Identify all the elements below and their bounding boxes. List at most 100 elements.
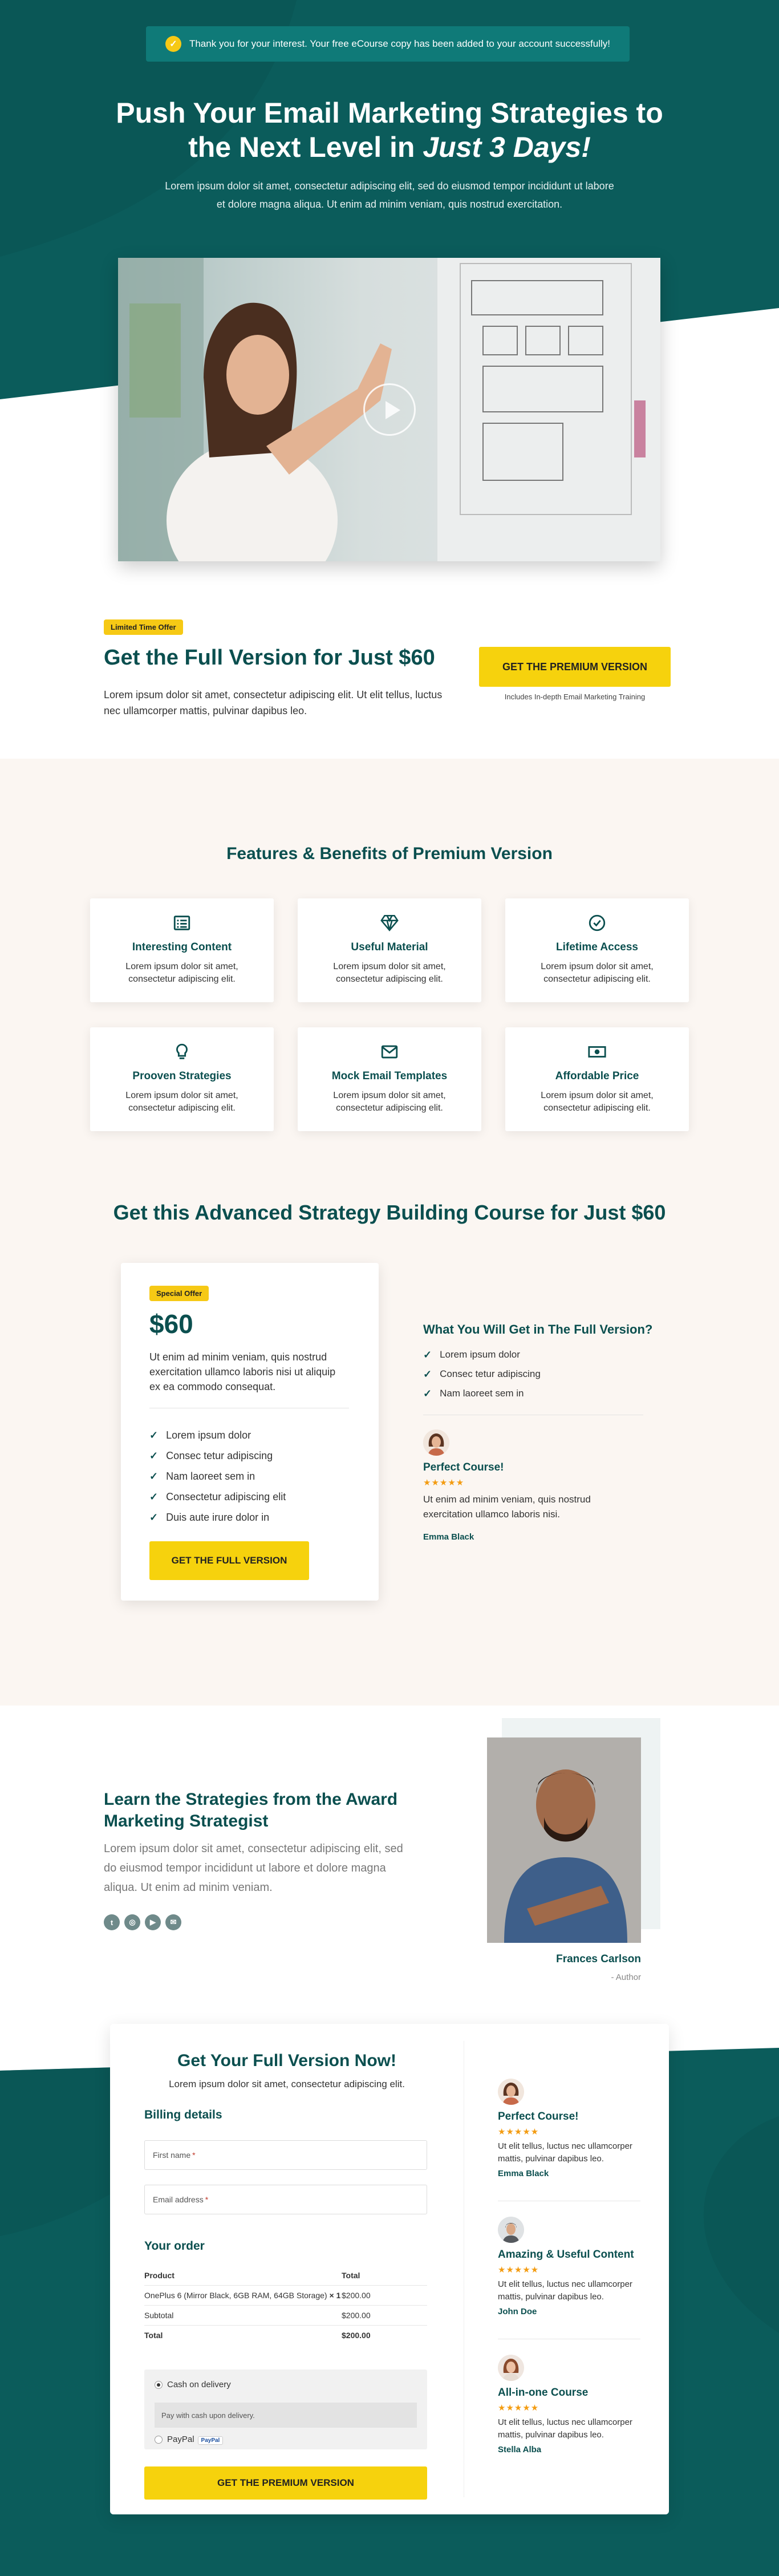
notice-text: Thank you for your interest. Your free e…	[189, 38, 611, 49]
table-row: Subtotal $200.00	[144, 2305, 427, 2326]
required-marker: *	[192, 2150, 196, 2160]
check-icon: ✓	[423, 1368, 432, 1380]
payment-option-cod[interactable]: Cash on delivery	[155, 2380, 231, 2389]
feature-title: Interesting Content	[132, 941, 232, 953]
testimonial-author: Emma Black	[498, 2169, 549, 2178]
money-bill-icon	[588, 1046, 606, 1058]
limited-offer-badge: Limited Time Offer	[104, 619, 183, 635]
star-rating: ★★★★★	[498, 2265, 539, 2275]
checkout-card: Get Your Full Version Now! Lorem ipsum d…	[110, 2024, 669, 2514]
checkout-title: Get Your Full Version Now!	[177, 2051, 396, 2070]
table-cell: Subtotal	[144, 2305, 342, 2326]
youtube-icon[interactable]: ▶	[145, 1914, 161, 1930]
price-description: Ut enim ad minim veniam, quis nostrud ex…	[149, 1351, 336, 1392]
avatar	[498, 2355, 524, 2381]
testimonial-author: Stella Alba	[498, 2445, 542, 2455]
check-icon: ✓	[423, 1387, 432, 1399]
video-player[interactable]	[118, 258, 660, 561]
check-circle-icon: ✓	[165, 36, 181, 52]
feature-description: Lorem ipsum dolor sit amet, consectetur …	[125, 962, 238, 984]
special-offer-badge: Special Offer	[149, 1286, 209, 1301]
avatar	[498, 2217, 524, 2243]
feature-description: Lorem ipsum dolor sit amet, consectetur …	[125, 1091, 238, 1113]
table-header-row: Product Total	[144, 2266, 427, 2286]
premium-version-button[interactable]: Get the Premium Version	[479, 647, 671, 687]
full-version-button[interactable]: Get the Full Version	[149, 1541, 309, 1580]
testimonial-title: Amazing & Useful Content	[498, 2249, 634, 2261]
feature-description: Lorem ipsum dolor sit amet, consectetur …	[333, 1091, 446, 1113]
hero-title-line1: Push Your Email Marketing Strategies to	[116, 97, 663, 129]
feature-description: Lorem ipsum dolor sit amet, consectetur …	[541, 1091, 654, 1113]
testimonial-text: Ut enim ad minim veniam, quis nostrud ex…	[423, 1494, 591, 1520]
table-cell: $200.00	[342, 2285, 427, 2306]
feature-card: Useful Material Lorem ipsum dolor sit am…	[298, 898, 481, 1002]
testimonial-text: Ut elit tellus, luctus nec ullamcorper m…	[498, 2279, 632, 2302]
avatar	[498, 2079, 524, 2105]
check-icon: ✓	[423, 1348, 432, 1360]
hero-description: Lorem ipsum dolor sit amet, consectetur …	[165, 180, 614, 210]
order-table: Product Total OnePlus 6 (Mirror Black, 6G…	[144, 2266, 427, 2345]
list-item-label: Consectetur adipiscing elit	[166, 1490, 286, 1502]
testimonial-title: All-in-one Course	[498, 2387, 589, 2399]
list-item: ✓ Consec tetur adipiscing	[423, 1364, 541, 1384]
what-you-get-title: What You Will Get in The Full Version?	[423, 1322, 653, 1336]
feature-card: Mock Email Templates Lorem ipsum dolor s…	[298, 1027, 481, 1131]
check-circle-icon	[589, 914, 606, 931]
table-cell: $200.00	[342, 2305, 427, 2326]
order-title: Your order	[144, 2239, 205, 2253]
offer-note: Includes In-depth Email Marketing Traini…	[504, 692, 646, 701]
hero-title-line2: the Next Level in	[188, 131, 423, 163]
testimonial-author: Emma Black	[423, 1532, 474, 1542]
product-quantity: × 1	[329, 2291, 341, 2300]
feature-title: Useful Material	[351, 941, 428, 953]
email-field[interactable]: Email address *	[144, 2185, 427, 2214]
what-you-get-list: ✓ Lorem ipsum dolor ✓ Consec tetur adipisc…	[423, 1345, 541, 1403]
testimonial-text: Ut elit tellus, luctus nec ullamcorper m…	[498, 2417, 632, 2440]
radio-button[interactable]	[155, 2381, 163, 2389]
features-title: Features & Benefits of Premium Version	[226, 844, 553, 863]
first-name-label: First name	[153, 2150, 191, 2160]
hero-title-emphasis: Just 3 Days!	[423, 131, 591, 163]
feature-card: Prooven Strategies Lorem ipsum dolor sit…	[90, 1027, 274, 1131]
check-icon: ✓	[149, 1511, 159, 1523]
hero-title: Push Your Email Marketing Strategies to …	[104, 96, 675, 164]
first-name-field[interactable]: First name *	[144, 2140, 427, 2170]
list-item: ✓ Nam laoreet sem in	[423, 1384, 541, 1403]
email-icon[interactable]: ✉	[165, 1914, 181, 1930]
feature-title: Affordable Price	[555, 1070, 639, 1082]
payment-methods: Cash on delivery Pay with cash upon deli…	[144, 2370, 427, 2449]
payment-note: Pay with cash upon delivery.	[155, 2403, 417, 2428]
list-item-label: Consec tetur adipiscing	[166, 1449, 273, 1461]
star-rating: ★★★★★	[423, 1478, 465, 1488]
lightbulb-icon	[176, 1043, 188, 1059]
play-icon[interactable]	[363, 383, 416, 436]
check-icon: ✓	[149, 1449, 159, 1461]
payment-option-paypal[interactable]: PayPal PayPal	[155, 2435, 224, 2445]
payment-label: Cash on delivery	[167, 2380, 231, 2389]
product-name: OnePlus 6 (Mirror Black, 6GB RAM, 64GB S…	[144, 2291, 327, 2300]
paypal-logo-icon: PayPal	[197, 2436, 224, 2445]
author-role: - Author	[611, 1972, 641, 1982]
place-order-button[interactable]: Get the Premium Version	[144, 2466, 427, 2500]
avatar	[423, 1429, 449, 1456]
feature-title: Mock Email Templates	[331, 1070, 448, 1082]
radio-button[interactable]	[155, 2436, 163, 2444]
list-item-label: Duis aute irure dolor in	[166, 1511, 270, 1523]
feature-description: Lorem ipsum dolor sit amet, consectetur …	[541, 962, 654, 984]
dribbble-icon[interactable]: ◎	[124, 1914, 140, 1930]
list-item: ✓ Consec tetur adipiscing	[149, 1445, 286, 1466]
product-cell: OnePlus 6 (Mirror Black, 6GB RAM, 64GB S…	[144, 2285, 342, 2306]
feature-description: Lorem ipsum dolor sit amet, consectetur …	[333, 962, 446, 984]
twitter-icon[interactable]: t	[104, 1914, 120, 1930]
testimonial-author: John Doe	[498, 2307, 537, 2316]
offer-title: Get the Full Version for Just $60	[104, 646, 435, 670]
author-photo	[487, 1737, 641, 1943]
pricing-card: Special Offer $60 Ut enim ad minim venia…	[121, 1263, 379, 1601]
checkout-subtitle: Lorem ipsum dolor sit amet, consectetur …	[169, 2079, 405, 2089]
testimonial-title: Perfect Course!	[498, 2111, 579, 2123]
author-description: Lorem ipsum dolor sit amet, consectetur …	[104, 1842, 403, 1894]
required-marker: *	[205, 2195, 209, 2204]
check-icon: ✓	[149, 1470, 159, 1482]
table-row: OnePlus 6 (Mirror Black, 6GB RAM, 64GB S…	[144, 2285, 427, 2306]
author-name: Frances Carlson	[556, 1953, 641, 1965]
